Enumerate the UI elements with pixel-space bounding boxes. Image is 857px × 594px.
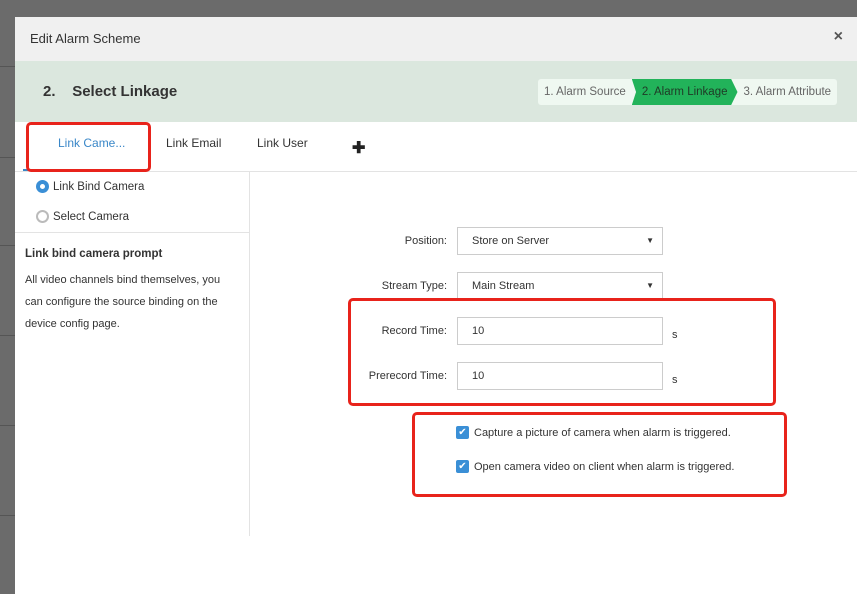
position-select[interactable]: Store on Server ▼ [457,227,663,255]
active-tab-indicator [23,169,143,171]
step-progress: 1. Alarm Source 2. Alarm Linkage 3. Alar… [538,79,838,105]
radio-link-bind-camera[interactable]: Link Bind Camera [36,180,144,193]
step-band: 2. Select Linkage 1. Alarm Source 2. Ala… [15,61,857,122]
record-time-input[interactable]: 10 [457,317,663,345]
step-alarm-source: 1. Alarm Source [544,86,626,98]
divider [15,232,250,233]
tab-link-camera[interactable]: Link Came... [58,136,125,150]
tab-link-user[interactable]: Link User [257,136,308,150]
radio-select-camera[interactable]: Select Camera [36,210,129,223]
dialog-title: Edit Alarm Scheme [30,31,141,46]
dropdown-arrow-icon: ▼ [646,236,654,245]
dropdown-arrow-icon: ▼ [646,281,654,290]
open-video-checkbox[interactable]: ✔ Open camera video on client when alarm … [456,460,734,473]
highlight-box-checkboxes [412,412,787,497]
dialog-header: Edit Alarm Scheme × [15,17,857,61]
checkbox-checked-icon: ✔ [456,460,469,473]
prompt-title: Link bind camera prompt [25,248,163,260]
prerecord-time-unit: s [672,374,678,386]
add-tab-icon[interactable]: ✚ [352,138,365,158]
step-title: 2. Select Linkage [43,83,178,100]
prerecord-time-input[interactable]: 10 [457,362,663,390]
prerecord-time-label: Prerecord Time: [368,370,447,382]
prompt-text: All video channels bind themselves, you … [25,274,221,330]
camera-mode-panel: Link Bind Camera Select Camera Link bind… [15,172,250,536]
capture-picture-checkbox[interactable]: ✔ Capture a picture of camera when alarm … [456,426,731,439]
linkage-tabs: Link Came... Link Email Link User ✚ [15,122,857,172]
stream-type-label: Stream Type: [381,280,447,292]
close-icon[interactable]: × [834,28,843,46]
step-alarm-linkage: 2. Alarm Linkage [631,79,738,105]
step-alarm-attribute: 3. Alarm Attribute [743,86,832,98]
position-label: Position: [404,235,447,247]
record-time-label: Record Time: [381,325,447,337]
checkbox-checked-icon: ✔ [456,426,469,439]
record-time-unit: s [672,329,678,341]
tab-link-email[interactable]: Link Email [166,136,221,150]
radio-selected-icon [36,180,49,193]
edit-alarm-scheme-dialog: Edit Alarm Scheme × 2. Select Linkage 1.… [15,17,857,594]
stream-type-select[interactable]: Main Stream ▼ [457,272,663,300]
radio-unselected-icon [36,210,49,223]
